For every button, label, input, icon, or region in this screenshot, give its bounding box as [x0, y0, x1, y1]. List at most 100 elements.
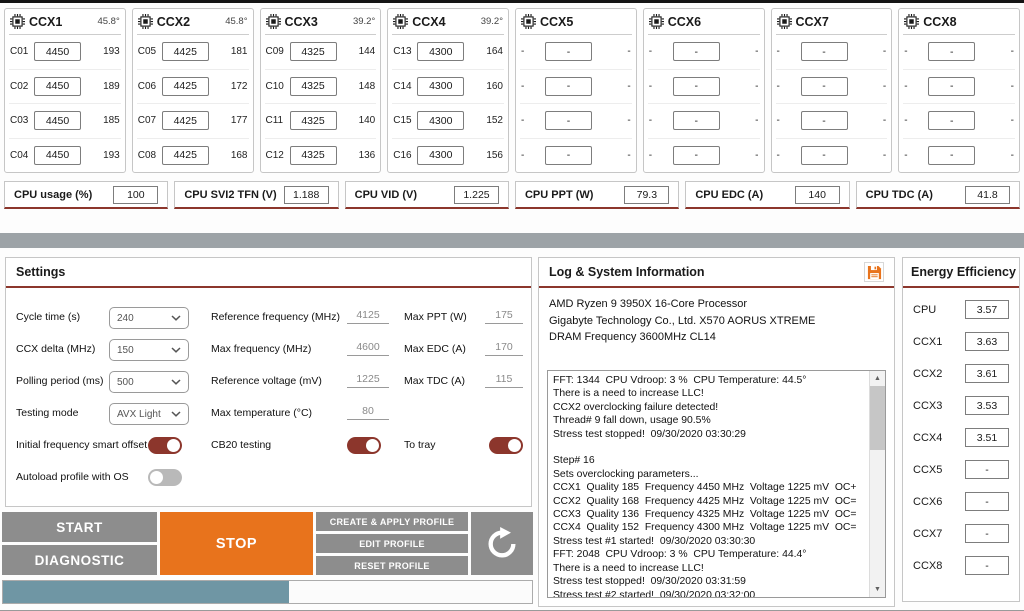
autoload-profile-toggle[interactable] [148, 469, 182, 486]
core-quality: - [1010, 115, 1014, 127]
profile-buttons-column: CREATE & APPLY PROFILE EDIT PROFILE RESE… [316, 512, 468, 575]
core-label: - [776, 80, 780, 92]
core-frequency-box: - [800, 111, 848, 131]
core-label: - [521, 149, 525, 161]
save-log-button[interactable] [864, 262, 884, 282]
scroll-down-arrow-icon[interactable]: ▼ [870, 582, 885, 597]
status-cpu-svi2-tfn: CPU SVI2 TFN (V) 1.188 [174, 181, 339, 209]
refresh-button[interactable] [471, 512, 533, 575]
core-label: C10 [265, 80, 284, 92]
max-temperature-field[interactable]: 80 [347, 405, 389, 420]
energy-row: CCX7 - [913, 524, 1009, 543]
core-quality: - [755, 80, 759, 92]
core-quality: 185 [103, 115, 120, 127]
reset-profile-button[interactable]: RESET PROFILE [316, 556, 468, 575]
cb20-testing-toggle[interactable] [347, 437, 381, 454]
core-frequency-box: - [672, 42, 720, 62]
ccx-title: CCX8 [923, 14, 957, 29]
max-tdc-field[interactable]: 115 [485, 373, 523, 388]
status-label: CPU EDC (A) [695, 188, 764, 201]
ccx-delta-dropdown[interactable]: 150 [109, 339, 189, 361]
log-output[interactable]: FFT: 1344 CPU Vdroop: 3 % CPU Temperatur… [547, 370, 886, 598]
max-ppt-field[interactable]: 175 [485, 309, 523, 324]
ccx-header: CCX3 39.2° [264, 9, 377, 35]
core-frequency-box: - [800, 145, 848, 165]
core-quality: 181 [230, 46, 248, 58]
create-apply-profile-button[interactable]: CREATE & APPLY PROFILE [316, 512, 468, 531]
status-label: CPU TDC (A) [865, 188, 933, 201]
core-frequency-box: - [672, 76, 720, 96]
core-row: C06 4425 172 [136, 70, 249, 104]
scrollbar-thumb[interactable] [870, 386, 885, 450]
core-quality: - [627, 46, 631, 58]
ccx-title: CCX3 [284, 14, 318, 29]
core-frequency-box: - [928, 76, 976, 96]
to-tray-toggle[interactable] [489, 437, 523, 454]
core-frequency-box: - [672, 111, 720, 131]
clocktuner-app-window: CCX1 45.8° C01 4450 193 C02 4450 189 C03 4450… [0, 0, 1024, 611]
max-frequency-field[interactable]: 4600 [347, 341, 389, 356]
energy-row: CCX3 3.53 [913, 396, 1009, 415]
max-frequency-label: Max frequency (MHz) [211, 343, 312, 355]
core-label: - [776, 46, 780, 58]
log-scrollbar[interactable]: ▲ ▼ [869, 371, 885, 597]
core-quality: - [882, 149, 887, 161]
core-label: C14 [393, 80, 412, 92]
stop-button[interactable]: STOP [160, 512, 313, 575]
diagnostic-button[interactable]: DIAGNOSTIC [2, 545, 157, 575]
energy-rows: CPU 3.57 CCX1 3.63 CCX2 3.61 CCX3 3.53 CCX4 3… [903, 288, 1019, 575]
ccx-panel-4: CCX4 39.2° C13 4300 164 C14 4300 160 C15 4300… [387, 8, 509, 173]
scroll-up-arrow-icon[interactable]: ▲ [870, 371, 885, 386]
status-value-box: 1.188 [283, 185, 329, 204]
polling-period-dropdown[interactable]: 500 [109, 371, 189, 393]
core-row: C05 4425 181 [136, 35, 249, 70]
core-label: - [521, 80, 525, 92]
core-quality: - [882, 46, 887, 58]
core-label: C01 [10, 46, 29, 58]
cycle-time-dropdown[interactable]: 240 [109, 307, 189, 329]
energy-title: Energy Efficiency [911, 265, 1016, 279]
core-frequency-box: 4300 [417, 111, 465, 131]
ccx-panel-1: CCX1 45.8° C01 4450 193 C02 4450 189 C03 4450… [4, 8, 126, 173]
status-cpu-ppt: CPU PPT (W) 79.3 [514, 181, 680, 209]
core-row: C13 4300 164 [392, 35, 504, 70]
energy-label: CPU [913, 303, 937, 316]
status-label: CPU PPT (W) [524, 188, 594, 201]
energy-label: CCX5 [913, 463, 943, 476]
ccx-temperature: 39.2° [352, 16, 376, 27]
status-cpu-tdc: CPU TDC (A) 41.8 [855, 181, 1020, 209]
action-buttons: START DIAGNOSTIC STOP CREATE & APPLY PRO… [2, 512, 533, 575]
reference-frequency-field[interactable]: 4125 [347, 309, 389, 324]
max-edc-field[interactable]: 170 [485, 341, 523, 356]
log-title: Log & System Information [549, 265, 705, 279]
core-quality: 172 [230, 80, 248, 92]
start-button[interactable]: START [2, 512, 157, 542]
core-label: C15 [393, 115, 412, 127]
core-row: --- [520, 70, 632, 104]
core-quality: - [627, 149, 631, 161]
testing-mode-dropdown[interactable]: AVX Light [109, 403, 189, 425]
core-row: --- [520, 104, 632, 139]
energy-row: CPU 3.57 [913, 300, 1009, 319]
core-row: --- [520, 139, 632, 173]
core-frequency-box: - [545, 145, 592, 165]
core-row: --- [776, 139, 888, 173]
core-frequency-box: - [672, 145, 720, 165]
testing-mode-value: AVX Light [117, 408, 161, 420]
status-bar: CPU usage (%) 100 CPU SVI2 TFN (V) 1.188 C… [4, 181, 1020, 209]
dram-info: DRAM Frequency 3600MHz CL14 [549, 331, 716, 343]
motherboard-name: Gigabyte Technology Co., Ltd. X570 AORUS… [549, 314, 816, 327]
reference-voltage-field[interactable]: 1225 [347, 373, 389, 388]
smart-offset-toggle[interactable] [148, 437, 182, 454]
ccx-header: CCX5 [520, 9, 632, 35]
core-label: C03 [10, 115, 29, 127]
core-frequency-box: - [800, 76, 848, 96]
core-frequency-box: 4450 [34, 42, 81, 62]
ccx-panel-2: CCX2 45.8° C05 4425 181 C06 4425 172 C07 4425… [131, 8, 254, 173]
max-tdc-label: Max TDC (A) [404, 375, 466, 387]
core-quality: 193 [103, 46, 120, 58]
energy-label: CCX4 [913, 431, 943, 444]
core-label: - [904, 80, 908, 92]
core-row: --- [647, 70, 760, 104]
edit-profile-button[interactable]: EDIT PROFILE [316, 534, 468, 553]
